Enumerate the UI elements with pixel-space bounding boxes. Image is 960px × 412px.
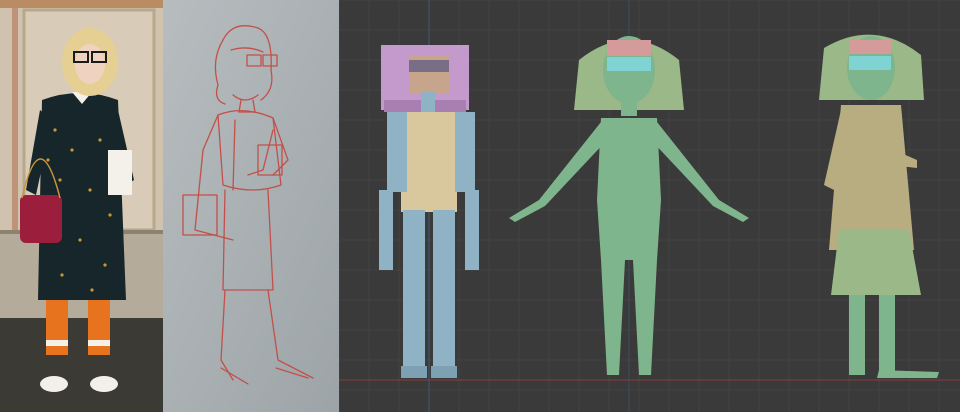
reference-photo xyxy=(0,0,163,412)
3d-viewport[interactable] xyxy=(339,0,960,412)
pencil-sketch-panel xyxy=(163,0,339,412)
concept-to-3d-strip xyxy=(0,0,960,412)
reference-photo-panel xyxy=(0,0,163,412)
3d-viewport-panel[interactable] xyxy=(339,0,960,412)
pencil-sketch xyxy=(163,0,339,412)
